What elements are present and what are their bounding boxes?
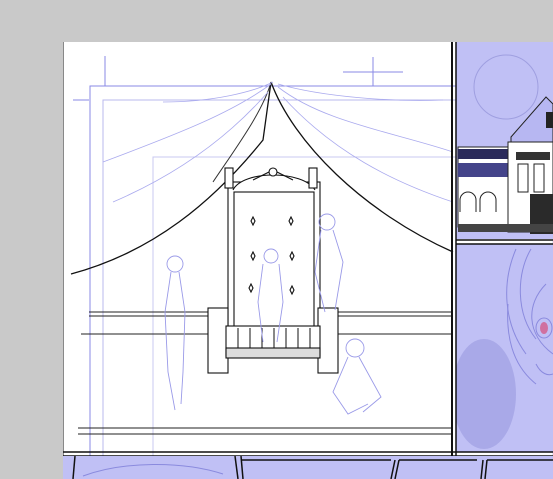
building-facade-panel[interactable] bbox=[456, 42, 553, 239]
character-face-panel[interactable] bbox=[456, 244, 553, 452]
canvas-workspace[interactable] bbox=[0, 0, 553, 479]
throne-room-panel[interactable] bbox=[70, 81, 454, 435]
character-sketch bbox=[456, 244, 553, 452]
manga-page[interactable] bbox=[63, 42, 553, 479]
building-drawing bbox=[456, 42, 553, 239]
bottom-strip-drawing bbox=[63, 456, 553, 479]
bottom-strip-panels[interactable] bbox=[63, 456, 553, 479]
throne-drawing bbox=[207, 167, 339, 374]
